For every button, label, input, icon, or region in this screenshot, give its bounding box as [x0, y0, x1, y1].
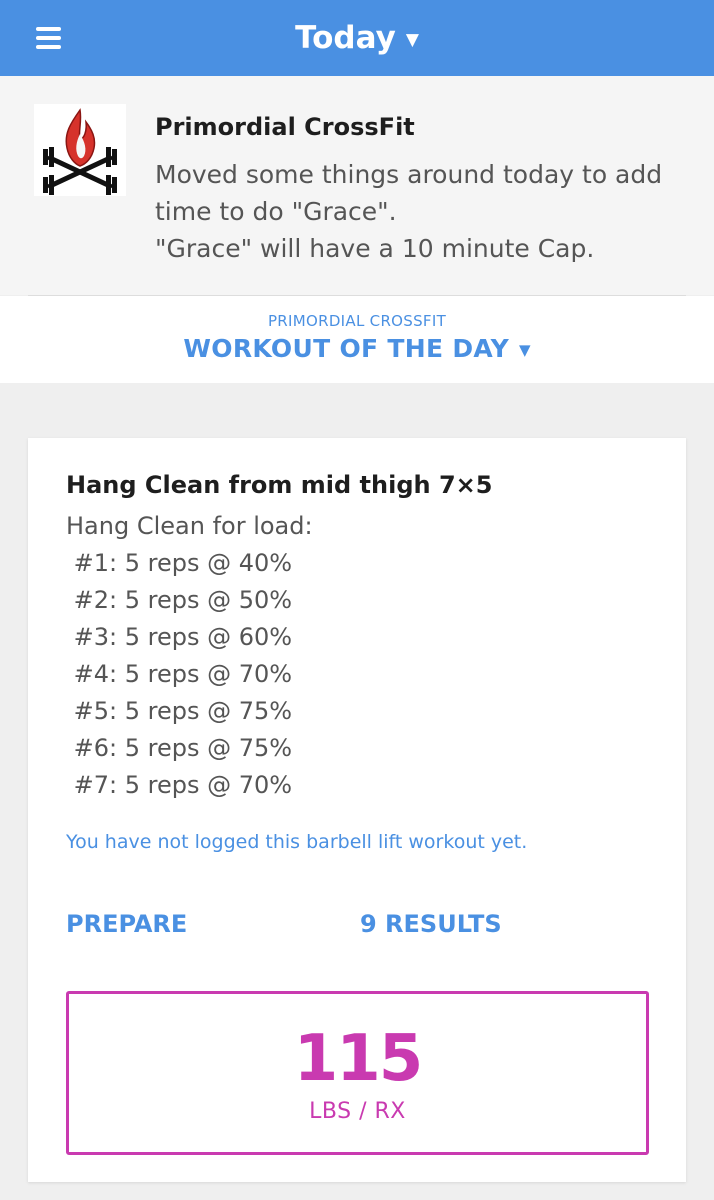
gym-name: Primordial CrossFit — [155, 113, 415, 141]
workout-line: #2: 5 reps @ 50% — [66, 586, 293, 614]
score-box[interactable]: 115 LBS / RX — [66, 991, 649, 1155]
flame-crossed-barbells-logo — [43, 108, 117, 195]
score-unit: LBS / RX — [309, 1098, 406, 1124]
prepare-button[interactable]: PREPARE — [66, 910, 187, 938]
announcement-message: Moved some things around today to add ti… — [155, 160, 663, 263]
page-title: Today — [295, 20, 396, 56]
date-selector[interactable]: Today ▼ — [295, 20, 419, 56]
score-value: 115 — [293, 1021, 424, 1096]
track-selector[interactable]: WORKOUT OF THE DAY ▼ — [183, 334, 530, 363]
workout-line: Hang Clean for load: — [66, 512, 313, 540]
caret-down-icon: ▼ — [405, 30, 419, 50]
section-subtitle: PRIMORDIAL CROSSFIT — [267, 312, 447, 330]
workout-line: #1: 5 reps @ 40% — [66, 549, 293, 577]
wod-section-header: PRIMORDIAL CROSSFIT WORKOUT OF THE DAY ▼ — [0, 296, 714, 383]
workout-line: #7: 5 reps @ 70% — [66, 771, 293, 799]
workout-line: #4: 5 reps @ 70% — [66, 660, 293, 688]
hamburger-menu-icon[interactable] — [36, 27, 61, 49]
workout-description: Hang Clean for load: #1: 5 reps @ 40% #2… — [66, 508, 666, 804]
workout-title: Hang Clean from mid thigh 7×5 — [66, 471, 493, 499]
workout-line: #3: 5 reps @ 60% — [66, 623, 293, 651]
workout-card: Hang Clean from mid thigh 7×5 Hang Clean… — [28, 438, 686, 1182]
gym-logo — [34, 104, 126, 196]
log-status-link[interactable]: You have not logged this barbell lift wo… — [66, 831, 527, 853]
top-nav-bar: Today ▼ — [0, 0, 714, 76]
results-button[interactable]: 9 RESULTS — [360, 910, 502, 938]
caret-down-icon: ▼ — [519, 341, 531, 359]
workout-line: #5: 5 reps @ 75% — [66, 697, 293, 725]
workout-line: #6: 5 reps @ 75% — [66, 734, 293, 762]
section-title: WORKOUT OF THE DAY — [183, 334, 510, 363]
